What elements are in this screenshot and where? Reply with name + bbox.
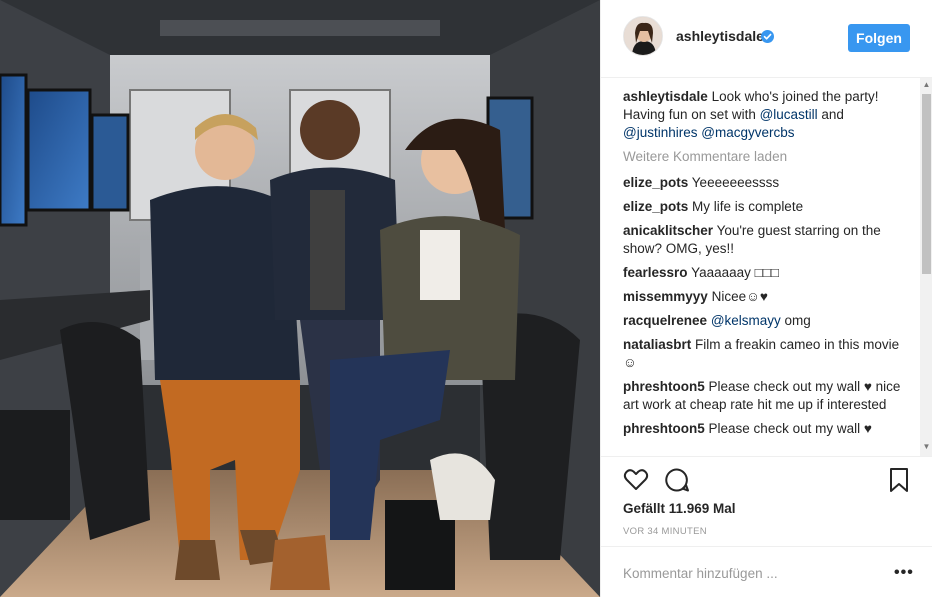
comment-bubble-icon[interactable] bbox=[664, 467, 690, 493]
comment-item: missemmyyy Nicee☺♥ bbox=[623, 288, 903, 306]
comments-scrollbar[interactable]: ▲ ▼ bbox=[920, 78, 932, 456]
comment-item: nataliasbrt Film a freakin cameo in this… bbox=[623, 336, 903, 372]
comment-username[interactable]: missemmyyy bbox=[623, 289, 708, 304]
verified-badge-icon bbox=[761, 30, 774, 43]
comment-item: fearlessro Yaaaaaay □□□ bbox=[623, 264, 903, 282]
scroll-thumb[interactable] bbox=[922, 94, 931, 274]
avatar[interactable] bbox=[623, 16, 663, 56]
comment-item: elize_pots My life is complete bbox=[623, 198, 903, 216]
caption-text-and: and bbox=[821, 107, 844, 122]
comment-input[interactable]: Kommentar hinzufügen ... bbox=[623, 566, 778, 581]
comment-text: omg bbox=[784, 313, 811, 328]
comment-username[interactable]: elize_pots bbox=[623, 199, 688, 214]
load-more-comments-link[interactable]: Weitere Kommentare laden bbox=[623, 148, 903, 166]
comment-text: Yeeeeeeessss bbox=[691, 175, 780, 190]
comment-item: phreshtoon5 Please check out my wall ♥ bbox=[623, 420, 903, 438]
add-comment-bar: Kommentar hinzufügen ... ••• bbox=[601, 546, 932, 597]
scroll-up-arrow-icon[interactable]: ▲ bbox=[920, 80, 932, 90]
likes-count[interactable]: Gefällt 11.969 Mal bbox=[623, 501, 736, 516]
comment-username[interactable]: elize_pots bbox=[623, 175, 688, 190]
mention-link[interactable]: @macgyvercbs bbox=[701, 125, 794, 140]
caption: ashleytisdale Look who's joined the part… bbox=[623, 88, 903, 142]
photo-illustration bbox=[0, 0, 600, 597]
post-actions: Gefällt 11.969 Mal VOR 34 MINUTEN bbox=[601, 456, 932, 546]
post-photo[interactable] bbox=[0, 0, 600, 597]
comments-list: ashleytisdale Look who's joined the part… bbox=[623, 88, 903, 456]
comment-username[interactable]: phreshtoon5 bbox=[623, 421, 705, 436]
bookmark-icon[interactable] bbox=[886, 467, 912, 493]
comment-username[interactable]: anicaklitscher bbox=[623, 223, 713, 238]
mention-link[interactable]: @kelsmayy bbox=[711, 313, 781, 328]
comment-item: phreshtoon5 Please check out my wall ♥ n… bbox=[623, 378, 903, 414]
comment-username[interactable]: racquelrenee bbox=[623, 313, 707, 328]
mention-link[interactable]: @justinhires bbox=[623, 125, 697, 140]
caption-username[interactable]: ashleytisdale bbox=[623, 89, 708, 104]
post-header: ashleytisdale Folgen bbox=[601, 0, 932, 78]
mention-link[interactable]: @lucastill bbox=[760, 107, 818, 122]
comment-username[interactable]: phreshtoon5 bbox=[623, 379, 705, 394]
comment-username[interactable]: nataliasbrt bbox=[623, 337, 691, 352]
comment-text: Nicee☺♥ bbox=[711, 289, 768, 304]
comment-item: anicaklitscher You're guest starring on … bbox=[623, 222, 903, 258]
avatar-image bbox=[624, 17, 662, 55]
heart-icon[interactable] bbox=[623, 467, 649, 493]
more-options-icon[interactable]: ••• bbox=[894, 564, 914, 582]
username[interactable]: ashleytisdale bbox=[676, 28, 764, 44]
comment-item: racquelrenee @kelsmayy omg bbox=[623, 312, 903, 330]
comment-username[interactable]: fearlessro bbox=[623, 265, 688, 280]
post-timestamp: VOR 34 MINUTEN bbox=[623, 526, 707, 537]
follow-button[interactable]: Folgen bbox=[848, 24, 910, 52]
comment-item: elize_pots Yeeeeeeessss bbox=[623, 174, 903, 192]
comment-text: My life is complete bbox=[692, 199, 804, 214]
post-side-panel: ashleytisdale Folgen ashleytisdale Look … bbox=[600, 0, 932, 597]
scroll-down-arrow-icon[interactable]: ▼ bbox=[920, 442, 932, 452]
comment-text: Yaaaaaay □□□ bbox=[691, 265, 780, 280]
comment-text: Please check out my wall ♥ bbox=[708, 421, 872, 436]
